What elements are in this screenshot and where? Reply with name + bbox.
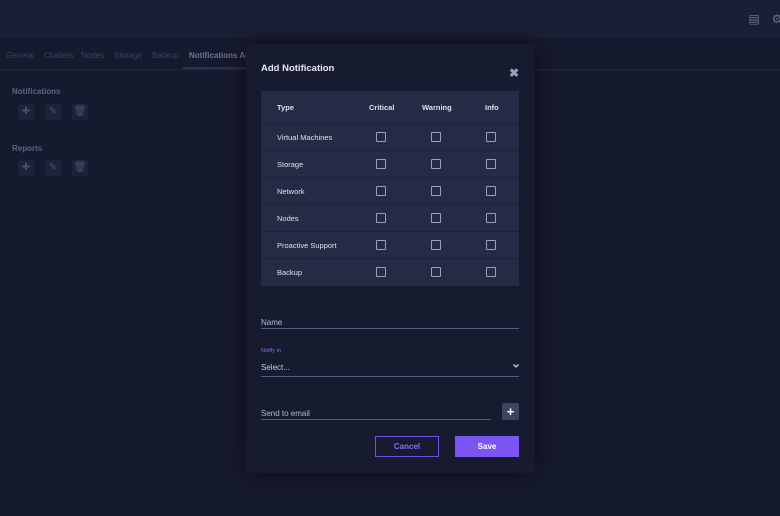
- modal-title: Add Notification: [261, 63, 335, 74]
- info-checkbox[interactable]: [486, 267, 496, 277]
- header-info: Info: [485, 103, 499, 112]
- add-report-button[interactable]: ✚: [18, 160, 34, 176]
- tab-nodes[interactable]: Nodes: [81, 51, 104, 60]
- tab-backup[interactable]: Backup: [152, 51, 179, 60]
- gear-icon[interactable]: ⚙: [770, 12, 780, 26]
- chevron-down-icon[interactable]: [512, 362, 520, 370]
- edit-notification-button[interactable]: ✎: [45, 104, 61, 120]
- header-critical: Critical: [369, 103, 395, 112]
- notify-in-select[interactable]: Select...: [261, 363, 290, 372]
- add-icon: ✚: [21, 162, 31, 173]
- add-email-button[interactable]: +: [502, 403, 519, 420]
- table-row: Nodes: [261, 204, 519, 231]
- critical-checkbox[interactable]: [376, 267, 386, 277]
- edit-icon: ✎: [48, 106, 58, 117]
- row-type-label: Backup: [277, 268, 303, 277]
- critical-checkbox[interactable]: [376, 213, 386, 223]
- row-type-label: Virtual Machines: [277, 133, 333, 142]
- warning-checkbox[interactable]: [431, 186, 441, 196]
- edit-report-button[interactable]: ✎: [45, 160, 61, 176]
- table-row: Virtual Machines: [261, 123, 519, 150]
- table-row: Network: [261, 177, 519, 204]
- critical-checkbox[interactable]: [376, 132, 386, 142]
- notification-types-table: Type Critical Warning Info Virtual Machi…: [261, 91, 519, 286]
- row-type-label: Proactive Support: [277, 241, 337, 250]
- add-notification-button[interactable]: ✚: [18, 104, 34, 120]
- notify-in-label: Notify in: [261, 348, 281, 354]
- plus-icon: +: [506, 404, 515, 419]
- delete-icon: 🗑: [73, 106, 87, 117]
- warning-checkbox[interactable]: [431, 159, 441, 169]
- warning-checkbox[interactable]: [431, 132, 441, 142]
- delete-icon: 🗑: [73, 162, 87, 173]
- edit-icon: ✎: [48, 162, 58, 173]
- name-field-underline: [261, 328, 519, 329]
- tab-storage[interactable]: Storage: [114, 51, 142, 60]
- row-type-label: Nodes: [277, 214, 299, 223]
- email-field[interactable]: Send to email: [261, 409, 310, 418]
- table-row: Proactive Support: [261, 231, 519, 258]
- name-field[interactable]: Name: [261, 318, 282, 327]
- reports-section-title: Reports: [12, 144, 43, 153]
- cancel-button[interactable]: Cancel: [375, 436, 439, 457]
- email-field-underline: [261, 419, 491, 420]
- list-icon[interactable]: ▤: [747, 12, 761, 26]
- warning-checkbox[interactable]: [431, 267, 441, 277]
- info-checkbox[interactable]: [486, 132, 496, 142]
- critical-checkbox[interactable]: [376, 186, 386, 196]
- close-icon[interactable]: ✖: [508, 67, 520, 79]
- row-type-label: Storage: [277, 160, 304, 169]
- delete-report-button[interactable]: 🗑: [72, 160, 88, 176]
- notifications-section-title: Notifications: [12, 87, 61, 96]
- add-notification-modal: Add Notification ✖ Type Critical Warning…: [246, 44, 535, 473]
- critical-checkbox[interactable]: [376, 240, 386, 250]
- header-warning: Warning: [422, 103, 452, 112]
- save-button[interactable]: Save: [455, 436, 519, 457]
- notify-select-underline: [261, 376, 519, 377]
- active-tab-indicator: [183, 67, 253, 69]
- header-type: Type: [277, 103, 294, 112]
- warning-checkbox[interactable]: [431, 213, 441, 223]
- tab-notifications[interactable]: Notifications An: [189, 51, 250, 60]
- add-icon: ✚: [21, 106, 31, 117]
- table-header-row: Type Critical Warning Info: [261, 91, 519, 123]
- info-checkbox[interactable]: [486, 240, 496, 250]
- tab-general[interactable]: General: [6, 51, 34, 60]
- row-type-label: Network: [277, 187, 305, 196]
- top-bar: ▤ ⚙: [0, 0, 780, 38]
- table-row: Storage: [261, 150, 519, 177]
- delete-notification-button[interactable]: 🗑: [72, 104, 88, 120]
- warning-checkbox[interactable]: [431, 240, 441, 250]
- table-row: Backup: [261, 258, 519, 285]
- info-checkbox[interactable]: [486, 186, 496, 196]
- info-checkbox[interactable]: [486, 159, 496, 169]
- tab-clusters[interactable]: Clusters: [44, 51, 73, 60]
- critical-checkbox[interactable]: [376, 159, 386, 169]
- info-checkbox[interactable]: [486, 213, 496, 223]
